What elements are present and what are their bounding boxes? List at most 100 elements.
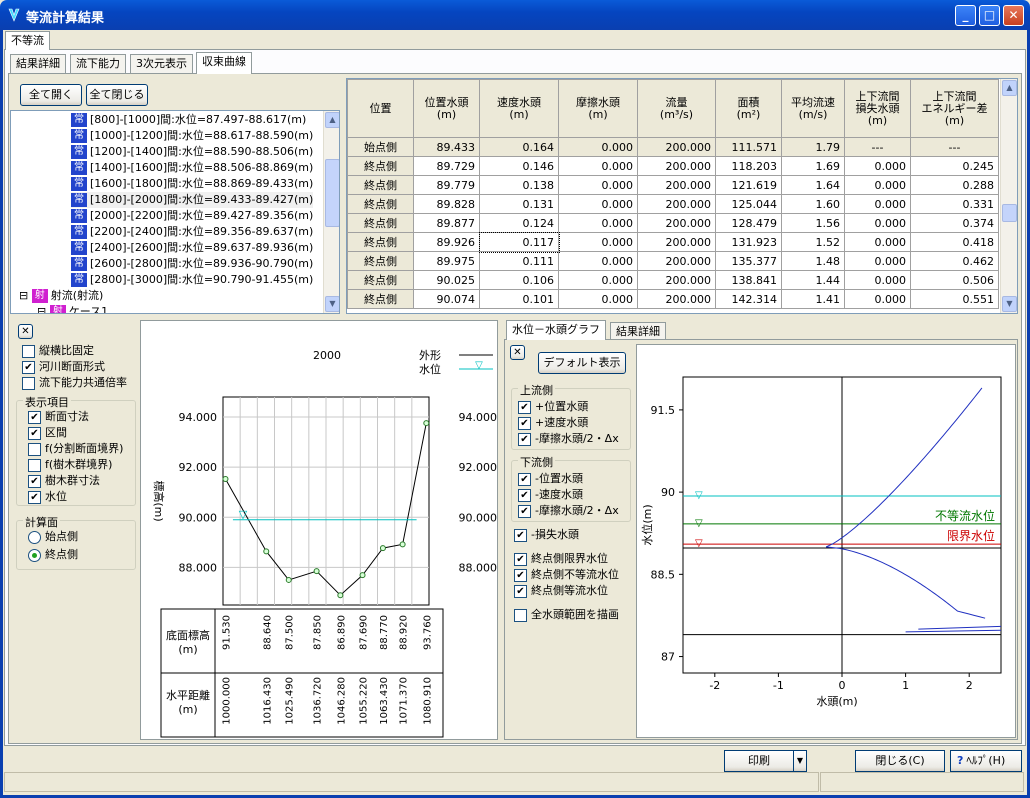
tree-item[interactable]: 常 [1000]-[1200]間:水位=88.617-88.590(m) — [71, 128, 313, 144]
table-scroll-up-icon[interactable]: ▲ — [1002, 80, 1017, 96]
tree-subitem[interactable]: ⊟ 射ケース1 — [37, 304, 109, 314]
table-row[interactable]: 終点側 89.975 0.111 0.000 200.000 135.377 1.48 0.0… — [347, 251, 999, 271]
table-row[interactable]: 終点側 89.779 0.138 0.000 200.000 121.619 1.64 0.0… — [347, 175, 999, 195]
display-item-checkbox[interactable]: ✔ 区間 — [28, 426, 67, 440]
upstream-checkbox[interactable]: ✔ +位置水頭 — [518, 400, 588, 414]
table-row[interactable]: 終点側 90.074 0.101 0.000 200.000 142.314 1.41 0.0… — [347, 289, 999, 309]
loss-head-checkbox[interactable]: ✔ -損失水頭 — [514, 528, 579, 542]
tree-item[interactable]: 常 [1200]-[1400]間:水位=88.590-88.506(m) — [71, 144, 313, 160]
upstream-checkbox[interactable]: ✔ +速度水頭 — [518, 416, 588, 430]
tree-item[interactable]: 常 [2600]-[2800]間:水位=89.936-90.790(m) — [71, 256, 313, 272]
upstream-checkbox[interactable]: ✔ -摩擦水頭/2・Δx — [518, 432, 619, 446]
graph-options-close-button[interactable]: ✕ — [510, 345, 525, 360]
column-header[interactable]: 流量 (m³/s) — [637, 79, 716, 138]
all-range-checkbox[interactable]: 全水頭範囲を描画 — [514, 608, 619, 622]
y-tick-label: 88.5 — [651, 568, 676, 581]
tree-item-label: [2200]-[2400]間:水位=89.356-89.637(m) — [90, 225, 314, 238]
default-view-button[interactable]: デフォルト表示 — [538, 352, 626, 374]
level-marker-icon: ▽ — [695, 518, 703, 529]
display-item-checkbox[interactable]: ✔ 樹木群寸法 — [28, 474, 100, 488]
table-cell: 200.000 — [637, 194, 716, 214]
column-header[interactable]: 速度水頭 (m) — [479, 79, 559, 138]
tree-group[interactable]: ⊟ 射射流(射流) — [19, 288, 103, 304]
expand-all-button[interactable]: 全て開く — [20, 84, 82, 106]
scroll-thumb[interactable] — [325, 159, 339, 227]
column-header[interactable]: 位置水頭 (m) — [413, 79, 480, 138]
maximize-button[interactable]: □ — [979, 5, 1000, 26]
end-level-checkbox[interactable]: ✔ 終点側等流水位 — [514, 584, 608, 598]
common-scale-checkbox[interactable]: 流下能力共通倍率 — [22, 376, 127, 390]
table-row[interactable]: 終点側 89.729 0.146 0.000 200.000 118.203 1.69 0.0… — [347, 156, 999, 176]
options-close-button[interactable]: ✕ — [18, 324, 33, 339]
table-cell: 1.79 — [781, 137, 845, 157]
table-row[interactable]: 終点側 90.025 0.106 0.000 200.000 138.841 1.44 0.0… — [347, 270, 999, 290]
column-header[interactable]: 面積 (m²) — [715, 79, 782, 138]
display-item-checkbox[interactable]: f(分割断面境界) — [28, 442, 123, 456]
close-dialog-button[interactable]: 閉じる(C) — [855, 750, 945, 772]
tree-item[interactable]: 常 [2000]-[2200]間:水位=89.427-89.356(m) — [71, 208, 313, 224]
tree-scrollbar[interactable]: ▲ ▼ — [323, 111, 339, 313]
y-tick-label: 90.000 — [179, 511, 218, 524]
downstream-checkbox[interactable]: ✔ -摩擦水頭/2・Δx — [518, 504, 619, 518]
tree-item[interactable]: 常 [800]-[1000]間:水位=87.497-88.617(m) — [71, 112, 306, 128]
tree-item[interactable]: 常 [1600]-[1800]間:水位=88.869-89.433(m) — [71, 176, 313, 192]
display-item-checkbox[interactable]: f(樹木群境界) — [28, 458, 112, 472]
table-cell: 1.56 — [781, 213, 845, 233]
print-dropdown-icon[interactable]: ▼ — [793, 750, 807, 772]
expand-icon[interactable]: ⊟ — [37, 305, 50, 313]
table-cell: 0.000 — [844, 156, 911, 176]
column-header[interactable]: 上下流間 エネルギー差 (m) — [910, 79, 999, 138]
tree-subitem-label: ケース1 — [68, 305, 109, 314]
print-button[interactable]: 印刷 — [724, 750, 794, 772]
close-window-button[interactable]: ✕ — [1003, 5, 1024, 26]
table-row[interactable]: 始点側 89.433 0.164 0.000 200.000 111.571 1.79 ---… — [347, 137, 999, 157]
tab-graph-detail[interactable]: 結果詳細 — [610, 322, 666, 340]
column-header[interactable]: 摩擦水頭 (m) — [558, 79, 638, 138]
tab-nonuniform[interactable]: 不等流 — [5, 31, 50, 50]
scroll-down-icon[interactable]: ▼ — [325, 296, 339, 312]
column-header[interactable]: 上下流間 損失水頭 (m) — [844, 79, 911, 138]
radio-end-side[interactable]: 終点側 — [28, 548, 78, 562]
tab-3d-view[interactable]: 3次元表示 — [130, 54, 193, 74]
tab-flow-capacity[interactable]: 流下能力 — [70, 54, 126, 74]
table-cell: 0.551 — [910, 289, 999, 309]
table-row[interactable]: 終点側 89.877 0.124 0.000 200.000 128.479 1.56 0.0… — [347, 213, 999, 233]
display-item-checkbox[interactable]: ✔ 水位 — [28, 490, 67, 504]
tree-item[interactable]: 常 [1400]-[1600]間:水位=88.506-88.869(m) — [71, 160, 313, 176]
scroll-up-icon[interactable]: ▲ — [325, 112, 339, 128]
table-scroll-down-icon[interactable]: ▼ — [1002, 296, 1017, 312]
table-cell: 0.288 — [910, 175, 999, 195]
downstream-checkbox[interactable]: ✔ -位置水頭 — [518, 472, 583, 486]
end-level-checkbox[interactable]: ✔ 終点側限界水位 — [514, 552, 608, 566]
column-header[interactable]: 位置 — [347, 79, 414, 138]
tab-convergence[interactable]: 収束曲線 — [196, 52, 252, 74]
tree-item[interactable]: 常 [2200]-[2400]間:水位=89.356-89.637(m) — [71, 224, 313, 240]
tree-item[interactable]: 常 [2400]-[2600]間:水位=89.637-89.936(m) — [71, 240, 313, 256]
table-row[interactable]: 終点側 89.926 0.117 0.000 200.000 131.923 1.52 0.0… — [347, 231, 999, 253]
table-cell: 131.923 — [715, 232, 782, 252]
table-scroll-thumb[interactable] — [1002, 204, 1017, 222]
distance-value: 1055.220 — [359, 677, 370, 725]
minimize-button[interactable]: _ — [955, 5, 976, 26]
display-item-checkbox[interactable]: ✔ 断面寸法 — [28, 410, 89, 424]
fix-aspect-checkbox[interactable]: 縦横比固定 — [22, 344, 94, 358]
tree-item[interactable]: 常 [1800]-[2000]間:水位=89.433-89.427(m) — [71, 192, 314, 208]
tab-result-detail[interactable]: 結果詳細 — [10, 54, 66, 74]
bed-value: 91.530 — [221, 615, 232, 650]
tree-item[interactable]: 常 [2800]-[3000]間:水位=90.790-91.455(m) — [71, 272, 313, 288]
table-row[interactable]: 終点側 89.828 0.131 0.000 200.000 125.044 1.60 0.0… — [347, 194, 999, 214]
help-button[interactable]: ? ﾍﾙﾌﾟ(H) — [950, 750, 1022, 772]
collapse-all-button[interactable]: 全て閉じる — [86, 84, 148, 106]
collapse-icon[interactable]: ⊟ — [19, 289, 32, 302]
result-tree[interactable]: 常 [800]-[1000]間:水位=87.497-88.617(m) 常 [1000… — [10, 110, 340, 314]
river-section-checkbox[interactable]: ✔ 河川断面形式 — [22, 360, 105, 374]
rapid-flow-icon: 射 — [31, 289, 48, 303]
column-header[interactable]: 平均流速 (m/s) — [781, 79, 845, 138]
end-level-checkbox[interactable]: ✔ 終点側不等流水位 — [514, 568, 619, 582]
radio-start-side[interactable]: 始点側 — [28, 530, 78, 544]
normal-flow-icon: 常 — [71, 145, 87, 159]
tab-head-graph[interactable]: 水位－水頭グラフ — [506, 320, 606, 340]
downstream-checkbox[interactable]: ✔ -速度水頭 — [518, 488, 583, 502]
table-cell: 0.117 — [478, 231, 560, 253]
table-scrollbar[interactable]: ▲ ▼ — [1000, 79, 1017, 313]
